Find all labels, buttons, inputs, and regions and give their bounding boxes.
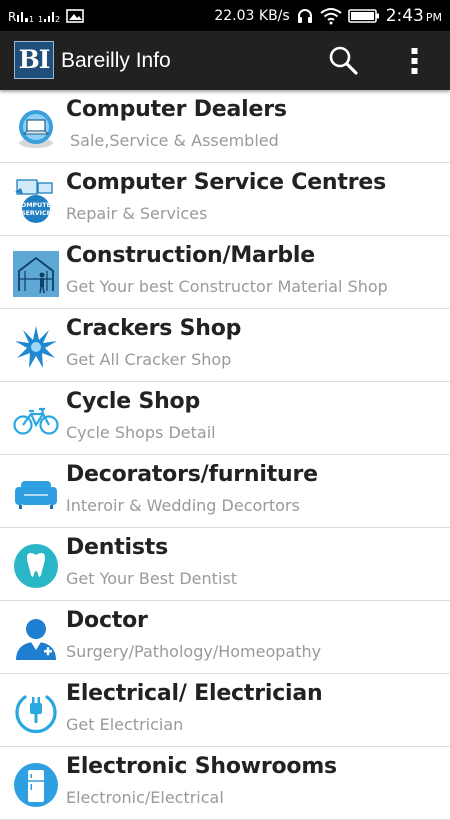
list-item-title: Doctor	[66, 608, 148, 633]
construction-icon	[13, 251, 59, 297]
svg-text:2: 2	[55, 15, 60, 24]
list-item-decorators-furniture[interactable]: Decorators/furniture Interoir & Wedding …	[0, 455, 450, 528]
clock: 2:43 PM	[386, 6, 442, 26]
list-item-crackers-shop[interactable]: Crackers Shop Get All Cracker Shop	[0, 309, 450, 382]
list-item-construction-marble[interactable]: Construction/Marble Get Your best Constr…	[0, 236, 450, 309]
list-item-subtitle: Repair & Services	[66, 204, 208, 223]
list-item-subtitle: Surgery/Pathology/Homeopathy	[66, 642, 322, 661]
list-item-subtitle: Get Your Best Dentist	[66, 569, 237, 588]
category-list: Computer Dealers Sale,Service & Assemble…	[0, 90, 450, 820]
list-item-subtitle: Interoir & Wedding Decortors	[66, 496, 300, 515]
tooth-icon	[14, 544, 58, 588]
image-icon	[66, 9, 84, 23]
svg-text:1: 1	[29, 15, 34, 24]
status-left-icons: R 1 1 2	[8, 6, 84, 26]
list-item-title: Crackers Shop	[66, 316, 242, 341]
list-item-electronic-showrooms[interactable]: Electronic Showrooms Electronic/Electric…	[0, 747, 450, 820]
svg-text:1: 1	[38, 15, 43, 24]
list-item-subtitle: Cycle Shops Detail	[66, 423, 216, 442]
plug-icon	[15, 695, 57, 734]
clock-ampm: PM	[425, 10, 442, 24]
computer-service-icon-text-1: COMPUTER	[16, 202, 56, 209]
refrigerator-icon	[14, 763, 58, 807]
list-item-title: Computer Dealers	[66, 97, 287, 122]
list-item-title: Dentists	[66, 535, 169, 560]
overflow-menu-icon[interactable]	[400, 43, 430, 79]
list-item-title: Computer Service Centres	[66, 170, 386, 195]
list-item-subtitle: Electronic/Electrical	[66, 788, 224, 807]
headset-icon	[297, 8, 312, 23]
clock-time: 2:43	[385, 5, 424, 26]
list-item-subtitle: Get Electrician	[66, 715, 184, 734]
list-item-subtitle: Sale,Service & Assembled	[70, 131, 279, 150]
battery-icon	[347, 8, 379, 23]
app-bar: BI Bareilly Info	[0, 31, 450, 90]
wifi-icon	[320, 7, 342, 24]
search-icon[interactable]	[326, 43, 362, 79]
list-item-electrical-electrician[interactable]: Electrical/ Electrician Get Electrician	[0, 674, 450, 747]
list-item-title: Decorators/furniture	[66, 462, 318, 487]
list-item-cycle-shop[interactable]: Cycle Shop Cycle Shops Detail	[0, 382, 450, 455]
list-item-subtitle: Get Your best Constructor Material Shop	[66, 277, 388, 296]
computer-service-icon-text-2: SERVICE	[21, 210, 51, 217]
sofa-icon	[15, 481, 57, 509]
network-speed: 22.03 KB/s	[214, 7, 290, 24]
list-item-title: Electrical/ Electrician	[66, 681, 323, 706]
list-item-computer-dealers[interactable]: Computer Dealers Sale,Service & Assemble…	[0, 90, 450, 163]
list-item-title: Construction/Marble	[66, 243, 315, 268]
computer-service-icon: COMPUTER SERVICE	[15, 179, 56, 223]
app-title: Bareilly Info	[61, 49, 171, 72]
computer-dealers-icon	[19, 110, 53, 148]
list-item-title: Cycle Shop	[66, 389, 201, 414]
list-item-computer-service-centres[interactable]: COMPUTER SERVICE Computer Service Centre…	[0, 163, 450, 236]
status-bar: R 1 1 2 22.03 KB/s 2:43 PM	[0, 0, 450, 31]
signal-icon: R 1	[8, 10, 34, 24]
cracker-burst-icon	[15, 326, 57, 368]
list-item-title: Electronic Showrooms	[66, 754, 337, 779]
app-logo: BI	[14, 41, 54, 79]
doctor-icon	[16, 619, 56, 660]
svg-text:R: R	[8, 10, 16, 24]
list-item-dentists[interactable]: Dentists Get Your Best Dentist	[0, 528, 450, 601]
list-item-doctor[interactable]: Doctor Surgery/Pathology/Homeopathy	[0, 601, 450, 674]
list-item-subtitle: Get All Cracker Shop	[66, 350, 232, 369]
signal-bars-icon: 1 2	[38, 12, 60, 24]
bicycle-icon	[13, 407, 59, 435]
status-right: 22.03 KB/s 2:43 PM	[214, 0, 442, 31]
